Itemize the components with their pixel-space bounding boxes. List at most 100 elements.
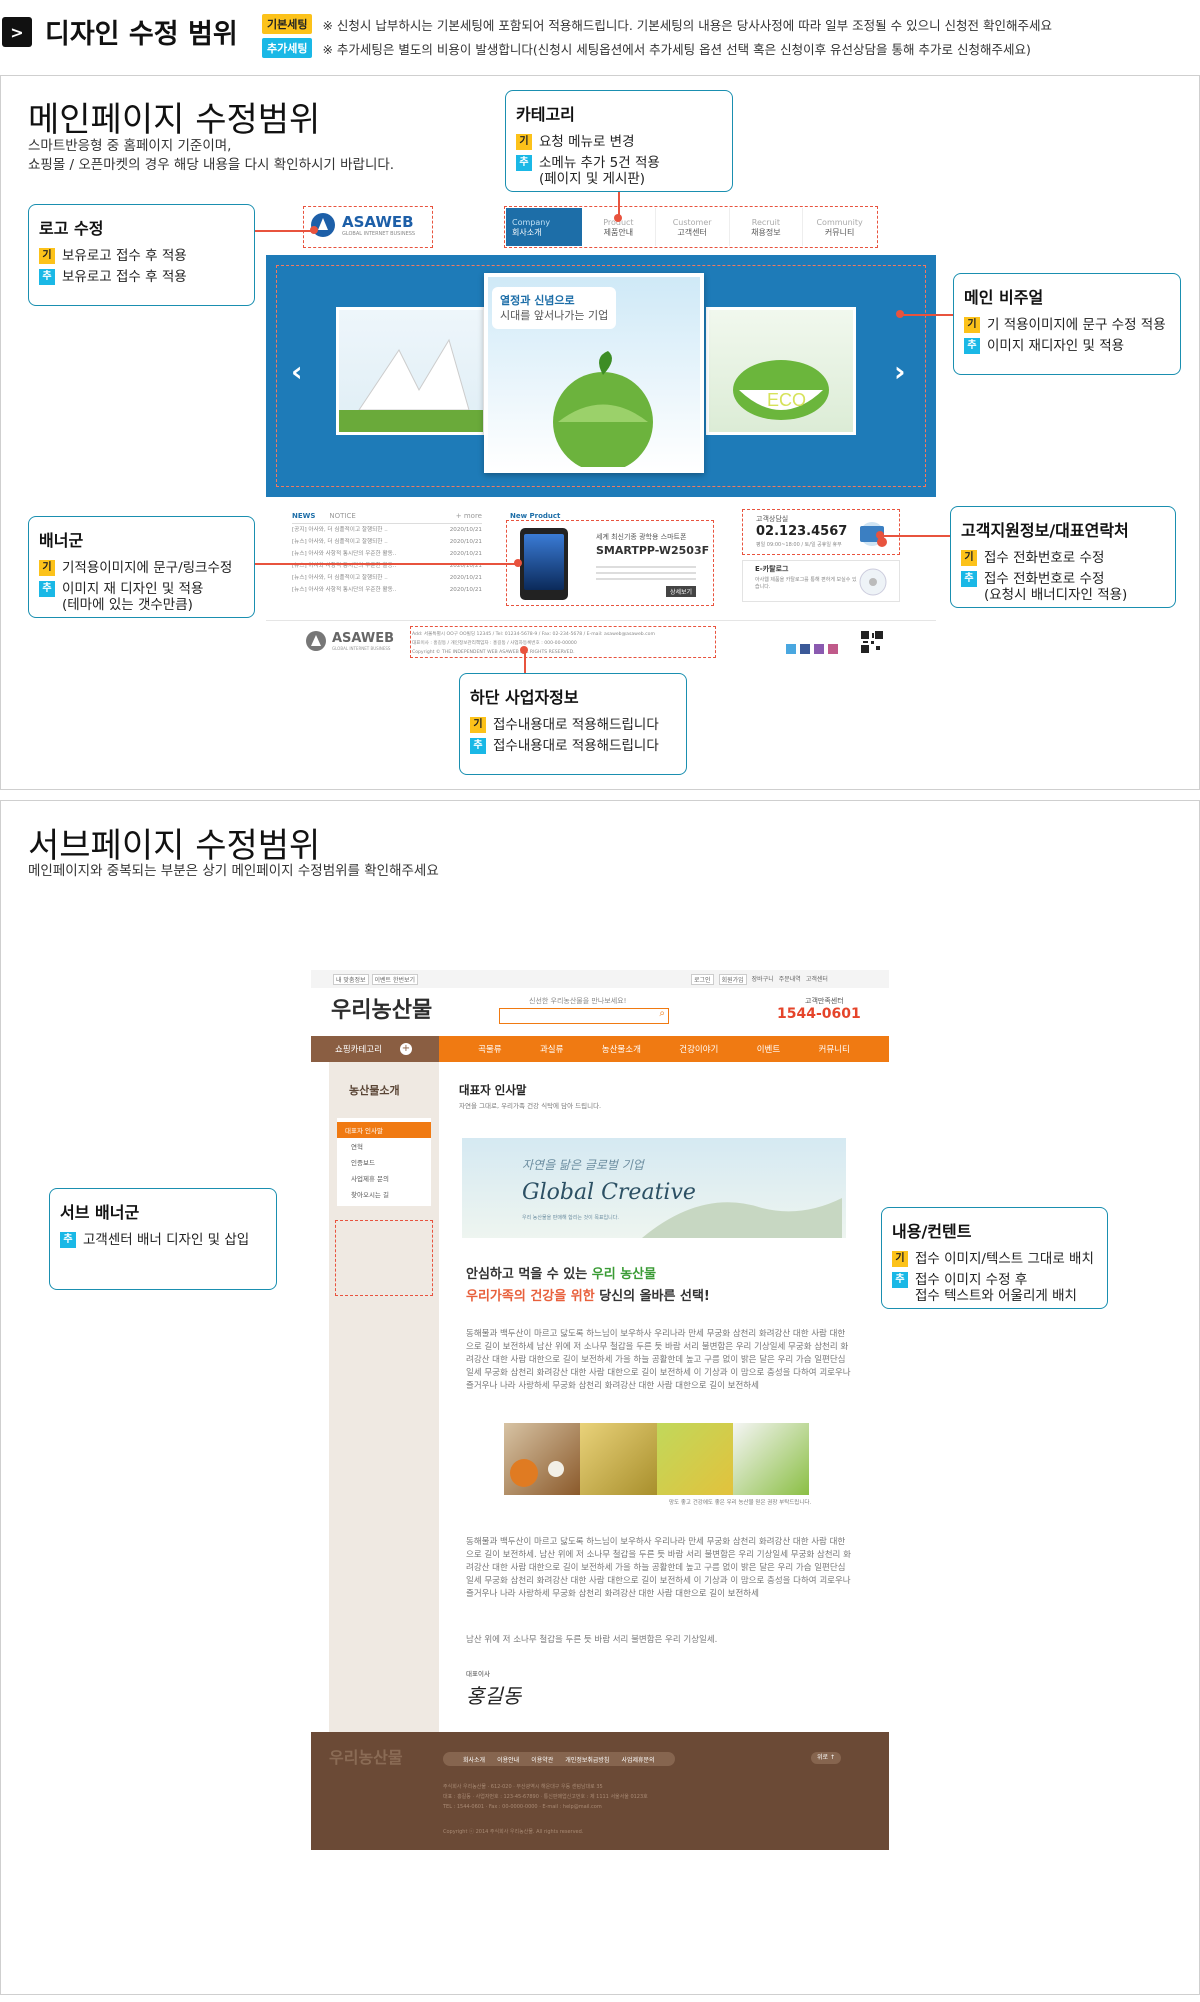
callout-subbanner: 서브 배너군 추 고객센터 배너 디자인 및 삽입	[49, 1188, 277, 1290]
sub-category-button[interactable]: 쇼핑카테고리 +	[311, 1036, 439, 1062]
callout-footer: 하단 사업자정보 기 접수내용대로 적용해드립니다 추 접수내용대로 적용해드립니다	[459, 673, 687, 775]
footer-logo: ASAWEB GLOBAL INTERNET BUSINESS	[305, 630, 394, 652]
mock-logo: ASAWEB GLOBAL INTERNET BUSINESS	[310, 212, 415, 238]
news-date: 2020/10/21	[449, 563, 482, 569]
food-image-3	[656, 1423, 733, 1495]
slider-prev-icon[interactable]: ‹	[291, 355, 303, 388]
mock-nav-item-2[interactable]: Customer 고객센터	[656, 208, 730, 246]
extra-note: ※ 추가세팅은 별도의 비용이 발생합니다(신청시 세팅옵션에서 추가세팅 옵션…	[322, 41, 1031, 57]
facebook-icon[interactable]	[800, 644, 810, 654]
footer-links: 회사소개 이용안내 이용약관 개인정보취급방침 사업제휴문의	[443, 1752, 675, 1766]
join-link[interactable]: 회원가입	[718, 974, 747, 985]
callout-cs: 고객지원정보/대표연락처 기 접수 전화번호로 수정 추 접수 전화번호로 수정 (요…	[950, 506, 1176, 608]
news-date: 2020/10/21	[449, 551, 482, 557]
menu-item[interactable]: 곡물류	[478, 1043, 501, 1055]
mock-news-tabs: NEWS NOTICE + more	[292, 512, 482, 524]
food-image-1	[504, 1423, 581, 1495]
extra-tag: 추가세팅	[262, 38, 313, 58]
footer-top-button[interactable]: 위로 ↑	[811, 1752, 841, 1764]
sub-search-hint: 신선한 우리농산물을 만나보세요!	[529, 997, 627, 1005]
menu-item[interactable]: 건강이야기	[679, 1043, 718, 1055]
plus-icon[interactable]: +	[399, 1043, 412, 1055]
mock-nav-item-0[interactable]: Company 회사소개	[506, 208, 582, 246]
menu-item[interactable]: 농산물소개	[602, 1043, 641, 1055]
page-title: 디자인 수정 범위	[45, 19, 238, 50]
slider-next-icon[interactable]: ›	[894, 355, 906, 388]
connector-category-dot	[614, 214, 622, 222]
news-row[interactable]: [뉴스] 아사와, 더 심플적이고 잘행되한 .. 2020/10/21	[292, 536, 482, 548]
footer-link[interactable]: 회사소개	[463, 1755, 485, 1764]
svg-text:ECO: ECO	[767, 390, 806, 410]
sidebar-item[interactable]: 찾아오시는 길	[337, 1186, 431, 1202]
footer-address: 주식회사 우리농산물 · 612-020 · 부산광역시 해운대구 우동 센텀남…	[443, 1784, 648, 1810]
content-headline-1: 안심하고 먹을 수 있는 우리 농산물	[466, 1267, 657, 1282]
news-title: [뉴스] 아사와 사항적 통시단의 우준한 활동..	[292, 551, 397, 557]
search-icon[interactable]: ⌕	[659, 1008, 665, 1019]
sns-icons	[786, 644, 838, 654]
news-date: 2020/10/21	[449, 587, 482, 593]
mock-logo-text: ASAWEB	[342, 213, 414, 231]
callout-visual: 메인 비주얼 기기 적용이미지에 문구 수정 적용 추 이미지 재디자인 및 적용	[953, 273, 1181, 375]
section-arrow-icon: >	[2, 17, 32, 47]
sign-name: 홍길동	[466, 1684, 522, 1708]
sub-search-input[interactable]: ⌕	[499, 1008, 669, 1024]
news-more-link[interactable]: + more	[456, 512, 482, 523]
footer-link[interactable]: 이용약관	[531, 1755, 553, 1764]
news-row[interactable]: [뉴스] 아사와, 더 심플적이고 잘행되한 .. 2020/10/21	[292, 572, 482, 584]
footer-link[interactable]: 개인정보취급방침	[565, 1755, 609, 1764]
sub-top-links-right: 로그인 회원가입 장바구니 주문내역 고객센터	[691, 974, 828, 985]
sub-banner-scope-box	[335, 1220, 433, 1296]
footer-link[interactable]: 이용안내	[497, 1755, 519, 1764]
top-link[interactable]: 내 맞춤정보	[333, 974, 369, 985]
sub-footer: 우리농산물 회사소개 이용안내 이용약관 개인정보취급방침 사업제휴문의 위로 …	[311, 1732, 889, 1850]
mock-news-list: [공지] 아사와, 더 심플적이고 잘행되한 .. 2020/10/21 [뉴스] …	[292, 524, 482, 596]
mock-nav-item-4[interactable]: Community 커뮤니티	[803, 208, 876, 246]
cs-link[interactable]: 고객센터	[806, 974, 828, 985]
menu-item[interactable]: 이벤트	[757, 1043, 780, 1055]
content-headline-2: 우리가족의 건강을 위한 당신의 올바른 선택!	[466, 1289, 710, 1304]
ecatalog-box: E-카탈로그 아사웹 제품을 카탈로그를 통해 편하게 보실수 있습니다.	[742, 560, 900, 602]
news-row[interactable]: [뉴스] 아사와 사항적 통시단의 우준한 활동.. 2020/10/21	[292, 560, 482, 572]
news-row[interactable]: [공지] 아사와, 더 심플적이고 잘행되한 .. 2020/10/21	[292, 524, 482, 536]
product-detail-button[interactable]: 상세보기	[666, 586, 697, 597]
news-row[interactable]: [뉴스] 아사와 사항적 통시단의 우준한 활동.. 2020/10/21	[292, 548, 482, 560]
notice-tab[interactable]: NOTICE	[329, 512, 355, 523]
slide-speech-bubble: 열정과 신념으로 시대를 앞서나가는 기업	[492, 287, 617, 329]
globe-icon	[553, 351, 653, 467]
sidebar-item[interactable]: 사업제휴 문의	[337, 1170, 431, 1186]
connector-cs	[880, 535, 950, 537]
login-link[interactable]: 로그인	[691, 974, 714, 985]
sidebar-item-active[interactable]: 대표자 인사말	[337, 1122, 431, 1138]
top-link[interactable]: 이벤트 한번보기	[371, 974, 419, 985]
connector-cs-dot	[876, 531, 884, 539]
product-desc-lines	[596, 562, 696, 582]
sidebar-item[interactable]: 인증보드	[337, 1154, 431, 1170]
news-tab[interactable]: NEWS	[292, 512, 315, 523]
menu-item[interactable]: 커뮤니티	[819, 1043, 850, 1055]
sub-sidebar-title: 농산물소개	[349, 1084, 400, 1097]
mock-logo-sub: GLOBAL INTERNET BUSINESS	[342, 231, 416, 237]
sidebar-item[interactable]: 연혁	[337, 1138, 431, 1154]
menu-item[interactable]: 과실류	[540, 1043, 563, 1055]
footer-biz-info: Add: 서울특별시 OO구 OO빌딩 12345 / Tel: 01234-5…	[412, 632, 655, 655]
orders-link[interactable]: 주문내역	[779, 974, 801, 985]
main-section-desc-2: 쇼핑몰 / 오픈마켓의 경우 해당 내용을 다시 확인하시기 바랍니다.	[28, 157, 395, 173]
news-row[interactable]: [뉴스] 아사와 사항적 통시단의 우준한 활동.. 2020/10/21	[292, 584, 482, 596]
mock-news: NEWS NOTICE + more [공지] 아사와, 더 심플적이고 잘행되…	[292, 512, 482, 608]
food-image-4	[732, 1423, 809, 1495]
cart-link[interactable]: 장바구니	[752, 974, 774, 985]
blog-icon[interactable]	[814, 644, 824, 654]
instagram-icon[interactable]	[828, 644, 838, 654]
twitter-icon[interactable]	[786, 644, 796, 654]
footer-copyright: Copyright ⓒ 2014 주식회사 우리농산물. All rights …	[443, 1829, 584, 1835]
footer-logo-icon	[306, 631, 326, 651]
banner-note: 우리 농산물을 판매해 합리는 것이 목표입니다.	[522, 1215, 619, 1221]
mock-nav: Company 회사소개 Product 제품안내 Customer 고객센터 Rec…	[506, 208, 876, 246]
phone-image	[520, 528, 568, 600]
news-date: 2020/10/21	[449, 539, 482, 545]
mock-nav-item-3[interactable]: Recruit 채용정보	[730, 208, 804, 246]
legend-extra: 추가세팅 ※ 추가세팅은 별도의 비용이 발생합니다(신청시 세팅옵션에서 추가…	[262, 38, 1031, 58]
sub-sidebar-menu: 대표자 인사말 연혁 인증보드 사업제휴 문의 찾아오시는 길	[337, 1118, 431, 1206]
disc-icon	[859, 568, 887, 596]
footer-link[interactable]: 사업제휴문의	[621, 1755, 654, 1764]
